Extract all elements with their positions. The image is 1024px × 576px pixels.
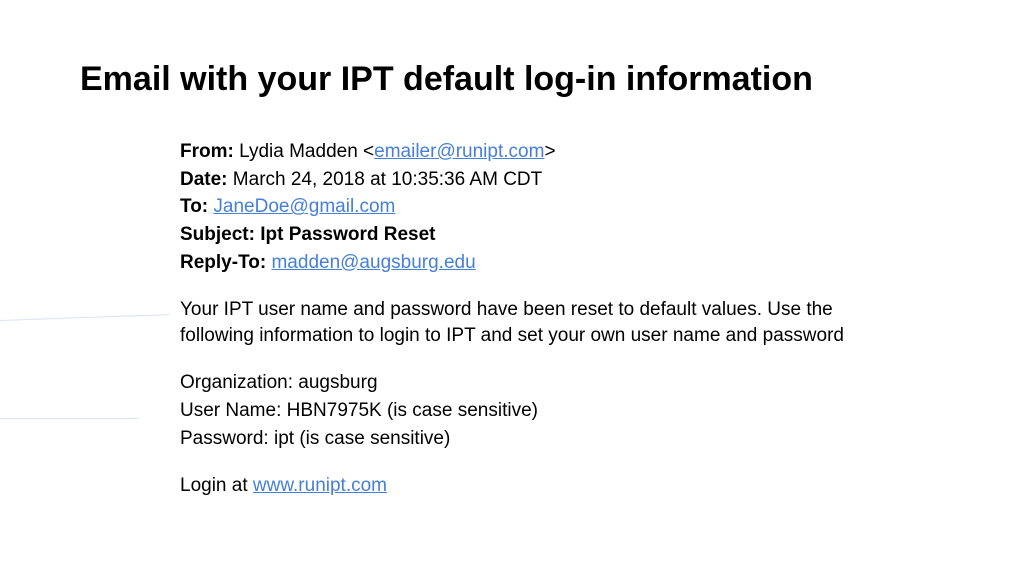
email-headers: From: Lydia Madden <emailer@runipt.com> … bbox=[180, 139, 900, 275]
login-url-link[interactable]: www.runipt.com bbox=[253, 475, 387, 496]
date-value: March 24, 2018 at 10:35:36 AM CDT bbox=[228, 169, 543, 190]
slide-title: Email with your IPT default log-in infor… bbox=[80, 60, 944, 99]
password-line: Password: ipt (is case sensitive) bbox=[180, 426, 900, 452]
from-close: > bbox=[544, 141, 555, 162]
subject-line: Subject: Ipt Password Reset bbox=[180, 222, 900, 248]
date-line: Date: March 24, 2018 at 10:35:36 AM CDT bbox=[180, 167, 900, 193]
decorative-line bbox=[0, 418, 138, 419]
login-prefix: Login at bbox=[180, 475, 253, 496]
from-email-link[interactable]: emailer@runipt.com bbox=[374, 141, 544, 162]
replyto-email-link[interactable]: madden@augsburg.edu bbox=[271, 252, 475, 273]
login-line: Login at www.runipt.com bbox=[180, 473, 900, 499]
email-content: From: Lydia Madden <emailer@runipt.com> … bbox=[180, 139, 900, 499]
replyto-label: Reply-To: bbox=[180, 252, 266, 273]
to-label: To: bbox=[180, 196, 208, 217]
to-line: To: JaneDoe@gmail.com bbox=[180, 194, 900, 220]
date-label: Date: bbox=[180, 169, 228, 190]
from-name: Lydia Madden < bbox=[234, 141, 374, 162]
to-email-link[interactable]: JaneDoe@gmail.com bbox=[213, 196, 395, 217]
subject-label: Subject: Ipt Password Reset bbox=[180, 224, 436, 245]
replyto-line: Reply-To: madden@augsburg.edu bbox=[180, 250, 900, 276]
username-line: User Name: HBN7975K (is case sensitive) bbox=[180, 398, 900, 424]
organization-line: Organization: augsburg bbox=[180, 370, 900, 396]
from-label: From: bbox=[180, 141, 234, 162]
from-line: From: Lydia Madden <emailer@runipt.com> bbox=[180, 139, 900, 165]
credentials-block: Organization: augsburg User Name: HBN797… bbox=[180, 370, 900, 451]
intro-paragraph: Your IPT user name and password have bee… bbox=[180, 297, 900, 348]
